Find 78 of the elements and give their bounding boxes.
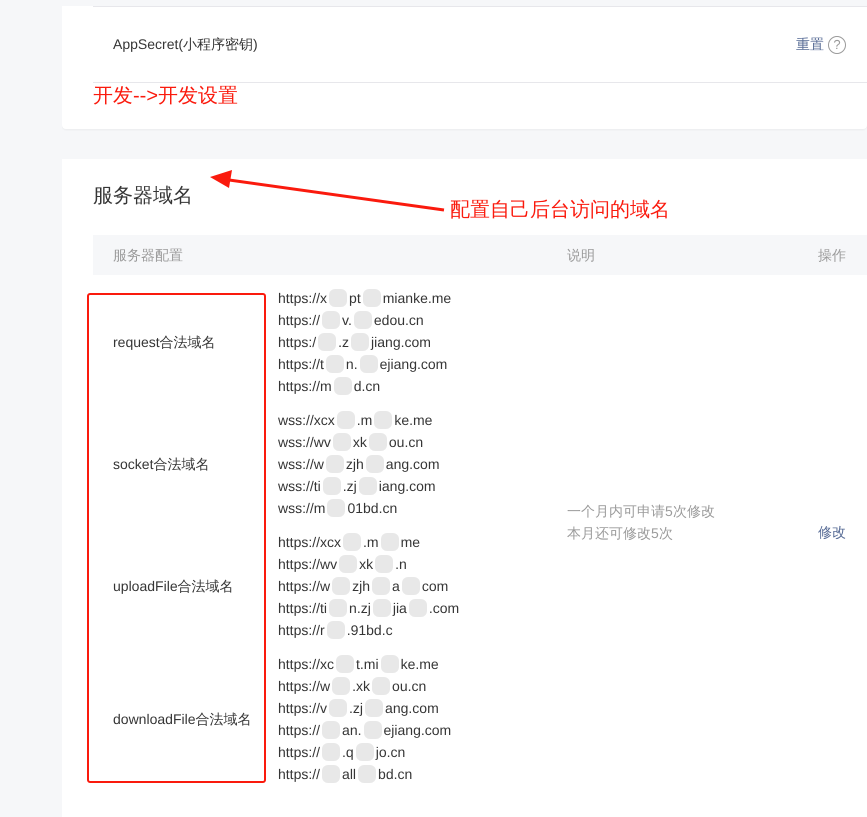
url-text: https://m [278,377,332,396]
url-text: ejiang.com [384,721,452,740]
url-text: ang.com [385,699,439,718]
url-text: ou.cn [392,677,426,696]
url-text: wss://wv [278,433,331,452]
url-text: me [400,533,420,552]
url-text: jia [392,599,407,618]
url-text: xk [352,433,367,452]
url-text: wss://w [278,455,324,474]
url-text: https:// [278,721,320,740]
help-icon: ? [828,36,846,54]
url-text: .q [342,743,354,762]
url-text: n. [346,355,358,374]
url-text: d.cn [354,377,380,396]
url-text: https://t [278,355,324,374]
url-text: https://w [278,677,330,696]
column-header: 操作 [818,246,846,264]
url-text: ke.me [394,411,432,430]
url-text: ou.cn [388,433,424,452]
url-text: mianke.me [382,289,452,308]
url-text: a [392,577,400,596]
url-text: .m [356,411,372,430]
url-text: v. [342,311,352,330]
url-text: jo.cn [376,743,406,762]
url-text: wss://xcx [278,411,335,430]
url-text: https://xcx [278,533,342,552]
url-text: wss://m [278,499,326,518]
url-text: https://w [278,577,330,596]
note-text: 本月还可修改5次 [567,524,674,543]
url-text: iang.com [378,477,436,496]
column-header: 说明 [567,246,596,264]
url-text: ke.me [400,655,439,674]
url-text: https:// [278,311,320,330]
url-text: https://r [278,621,325,640]
url-text: https://x [278,289,328,308]
url-text: .m [363,533,379,552]
domain-label: uploadFile合法域名 [113,576,235,596]
url-text: https:/ [278,333,316,352]
url-text: ang.com [386,455,440,474]
domain-label: downloadFile合法域名 [113,710,252,728]
url-text: t.mi [356,655,379,674]
url-text: pt [349,289,361,308]
url-text: .n [395,555,407,574]
url-text: .z [338,333,350,352]
url-text: 01bd.cn [347,499,398,518]
url-text: com [422,577,448,596]
url-text: .zj [349,699,364,718]
field-label: AppSecret(小程序密钥) [113,35,259,54]
url-text: an. [342,721,362,740]
url-text: n.zj [349,599,371,618]
url-text: xk [359,555,374,574]
url-text: https:// [278,765,320,784]
url-text: https://wv [278,555,338,574]
url-text: https://ti [278,599,328,618]
url-text: https://v [278,699,328,718]
url-text: zjh [346,455,364,474]
url-text: .91bd.c [346,621,393,640]
edit-link[interactable]: 修改 [818,522,846,542]
url-text: .zj [342,477,357,496]
url-text: wss://ti [278,477,321,496]
url-text: https:// [278,743,320,762]
url-text: jiang.com [371,333,431,352]
url-text: bd.cn [378,765,412,784]
url-text: .com [428,599,460,618]
reset-link[interactable]: 重置 [796,34,824,55]
url-text: all [342,765,356,784]
note-text: 一个月内可申请5次修改 [567,502,716,521]
url-text: https://xc [278,655,334,674]
column-header: 服务器配置 [113,246,184,264]
url-text: zjh [352,577,370,596]
url-text: ejiang.com [380,355,448,374]
url-text: .xk [352,677,370,696]
section-title: 服务器域名 [93,184,193,209]
domain-label: socket合法域名 [113,454,210,474]
annotation-text: 配置自己后台访问的域名 [450,198,670,223]
annotation-text: 开发-->开发设置 [93,84,239,109]
url-text: edou.cn [374,311,424,330]
domain-label: request合法域名 [113,332,217,352]
